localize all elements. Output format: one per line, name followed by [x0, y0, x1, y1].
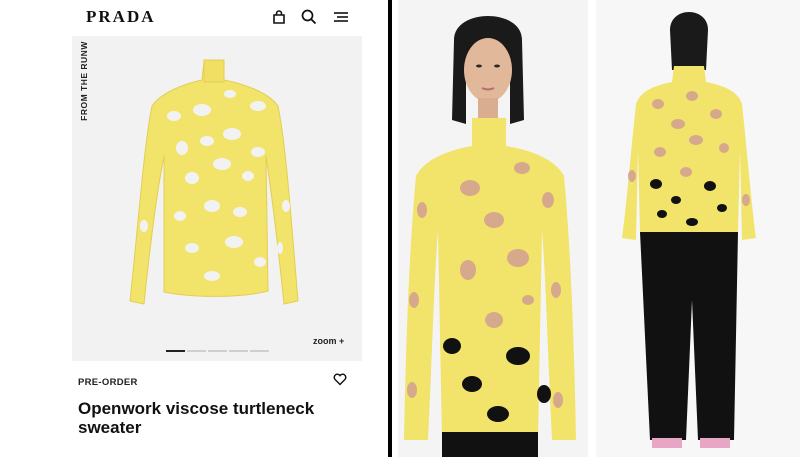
product-image-gallery[interactable]: [72, 36, 362, 361]
runway-vertical-label: FROM THE RUNW: [78, 40, 94, 130]
pagination-dot[interactable]: [208, 349, 227, 352]
zoom-button[interactable]: zoom +: [313, 336, 344, 346]
product-page-panel: PRADA FROM THE RUNW zoom + PRE-ORDER Ope…: [56, 0, 378, 457]
model-front-photo: [398, 0, 588, 457]
gallery-pagination[interactable]: [166, 342, 271, 360]
brand-logo[interactable]: PRADA: [86, 7, 156, 27]
preorder-badge: PRE-ORDER: [78, 377, 138, 388]
heart-icon[interactable]: [333, 372, 347, 386]
product-title: Openwork viscose turtleneck sweater: [78, 399, 315, 437]
top-navigation-bar: PRADA: [56, 0, 378, 34]
pagination-dot[interactable]: [166, 349, 185, 352]
runway-label-text: FROM THE RUNW: [78, 41, 89, 121]
pagination-dot[interactable]: [229, 349, 248, 352]
bag-icon[interactable]: [270, 8, 288, 26]
menu-icon[interactable]: [332, 8, 350, 26]
model-back-photo: [596, 0, 800, 457]
divider: [388, 0, 392, 457]
pagination-dot[interactable]: [250, 349, 269, 352]
sweater-flatlay-image: [129, 59, 299, 305]
search-icon[interactable]: [300, 8, 318, 26]
pagination-dot[interactable]: [187, 349, 206, 352]
